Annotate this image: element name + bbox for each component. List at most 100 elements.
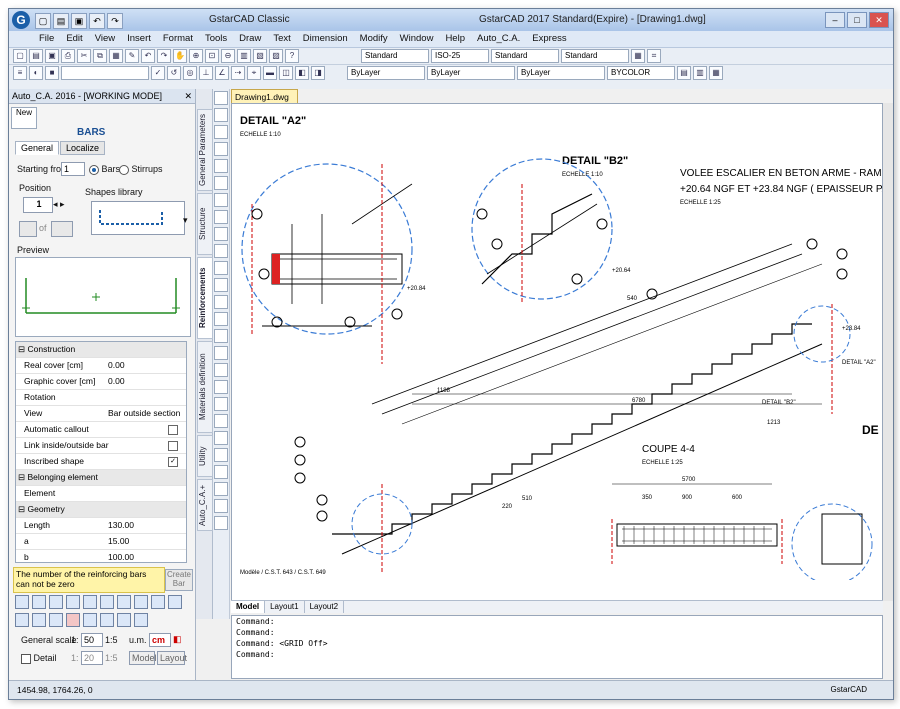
pan-icon[interactable]: ✋ [173, 49, 187, 63]
layout-button[interactable]: Layout [157, 651, 187, 665]
menu-format[interactable]: Format [163, 31, 193, 47]
menu-text[interactable]: Text [273, 31, 290, 47]
text-style-select[interactable]: Standard [361, 49, 429, 63]
tab-localize[interactable]: Localize [60, 141, 106, 155]
table-tool-icon[interactable] [214, 312, 228, 326]
bars-radio[interactable]: Bars [89, 164, 120, 175]
linetype-select[interactable]: ByLayer [427, 66, 515, 80]
property-category[interactable]: ⊟ Geometry [16, 502, 186, 518]
detail1-input[interactable]: 20 [81, 651, 103, 665]
tab-model[interactable]: Model [231, 601, 266, 613]
menu-help[interactable]: Help [445, 31, 465, 47]
layer-select[interactable] [61, 66, 149, 80]
property-value[interactable]: Bar outside section [108, 406, 180, 421]
tool-icon-7[interactable] [117, 595, 131, 609]
model-button[interactable]: Model [129, 651, 157, 665]
shapes-library-box[interactable] [91, 201, 185, 235]
menu-dimension[interactable]: Dimension [303, 31, 348, 47]
erase-tool-icon[interactable] [214, 346, 228, 360]
panel-close-icon[interactable]: ✕ [184, 89, 192, 103]
undo-icon[interactable]: ↶ [141, 49, 155, 63]
tool-icon-15[interactable] [83, 613, 97, 627]
lwt-icon[interactable]: ▬ [263, 66, 277, 80]
save-icon[interactable]: ▣ [71, 13, 87, 29]
menu-tools[interactable]: Tools [205, 31, 227, 47]
make-block-icon[interactable] [214, 244, 228, 258]
menu-express[interactable]: Express [532, 31, 566, 47]
polygon-tool-icon[interactable] [214, 125, 228, 139]
table-style-select[interactable]: Standard [491, 49, 559, 63]
tool-icon-2[interactable] [32, 595, 46, 609]
menu-view[interactable]: View [95, 31, 115, 47]
hatch-pattern-icon-2[interactable]: ▥ [693, 66, 707, 80]
snap-icon[interactable]: ⌗ [647, 49, 661, 63]
of-input-1[interactable] [19, 221, 37, 237]
zoom-window-icon[interactable]: ⊡ [205, 49, 219, 63]
mirror-tool-icon[interactable] [214, 380, 228, 394]
tab-general-parameters[interactable]: General Parameters [197, 109, 213, 191]
shapes-dropdown-icon[interactable]: ▾ [183, 215, 188, 226]
open-file-icon[interactable]: ▤ [53, 13, 69, 29]
rotate-tool-icon[interactable] [214, 448, 228, 462]
offset-tool-icon[interactable] [214, 397, 228, 411]
scale-tool-icon[interactable] [214, 465, 228, 479]
color-select[interactable]: ByLayer [347, 66, 425, 80]
um-select[interactable]: cm [149, 633, 171, 647]
plotstyle-select[interactable]: BYCOLOR [607, 66, 675, 80]
grid-icon[interactable]: ▦ [631, 49, 645, 63]
property-row[interactable]: Inscribed shape ✓ [16, 454, 186, 470]
close-button[interactable]: ✕ [869, 12, 889, 28]
tool-icon-13[interactable] [49, 613, 63, 627]
tool-icon-8[interactable] [134, 595, 148, 609]
menu-file[interactable]: File [39, 31, 54, 47]
array-tool-icon[interactable] [214, 414, 228, 428]
layer-state-icon[interactable]: ◐ [29, 66, 43, 80]
undo-icon[interactable]: ↶ [89, 13, 105, 29]
circle-tool-icon[interactable] [214, 176, 228, 190]
copy-icon[interactable]: ⧉ [93, 49, 107, 63]
stretch-tool-icon[interactable] [214, 482, 228, 496]
tab-layout2[interactable]: Layout2 [305, 601, 345, 613]
property-row[interactable]: Automatic callout [16, 422, 186, 438]
paste-icon[interactable]: ▦ [109, 49, 123, 63]
redo-icon[interactable]: ↷ [157, 49, 171, 63]
tab-materials-definition[interactable]: Materials definition [197, 341, 213, 433]
property-category[interactable]: ⊟ Belonging element [16, 470, 186, 486]
menu-edit[interactable]: Edit [66, 31, 82, 47]
property-value[interactable]: 15.00 [108, 534, 129, 549]
ellipse-tool-icon[interactable] [214, 210, 228, 224]
tool-icon-1[interactable] [15, 595, 29, 609]
layer-previous-icon[interactable]: ↺ [167, 66, 181, 80]
new-bar-button[interactable]: New [11, 107, 37, 129]
match-icon[interactable]: ✎ [125, 49, 139, 63]
menu-auto-ca[interactable]: Auto_C.A. [477, 31, 520, 47]
rebar-icon-2[interactable]: ◧ [295, 66, 309, 80]
minimize-button[interactable]: – [825, 12, 845, 28]
property-checkbox[interactable] [168, 441, 178, 451]
property-row[interactable]: Graphic cover [cm] 0.00 [16, 374, 186, 390]
property-row[interactable]: View Bar outside section [16, 406, 186, 422]
menu-draw[interactable]: Draw [239, 31, 261, 47]
property-row[interactable]: Element [16, 486, 186, 502]
tool-icon-5[interactable] [83, 595, 97, 609]
hatch-pattern-icon-1[interactable]: ▤ [677, 66, 691, 80]
tool-palette-icon[interactable]: ▨ [269, 49, 283, 63]
property-row[interactable]: b 100.00 [16, 550, 186, 562]
tool-icon-12[interactable] [32, 613, 46, 627]
menu-modify[interactable]: Modify [360, 31, 388, 47]
property-value[interactable]: 130.00 [108, 518, 134, 533]
tab-general[interactable]: General [15, 141, 60, 155]
line-tool-icon[interactable] [214, 91, 228, 105]
property-checkbox[interactable] [168, 425, 178, 435]
spline-tool-icon[interactable] [214, 193, 228, 207]
help-icon[interactable]: ? [285, 49, 299, 63]
ortho-icon[interactable]: ⊥ [199, 66, 213, 80]
design-center-icon[interactable]: ▧ [253, 49, 267, 63]
lineweight-select[interactable]: ByLayer [517, 66, 605, 80]
osnap-icon[interactable]: ◎ [183, 66, 197, 80]
tool-icon-10[interactable] [168, 595, 182, 609]
copy-tool-icon[interactable] [214, 363, 228, 377]
property-value[interactable]: 0.00 [108, 358, 125, 373]
region-tool-icon[interactable] [214, 295, 228, 309]
rebar-icon-1[interactable]: ◫ [279, 66, 293, 80]
